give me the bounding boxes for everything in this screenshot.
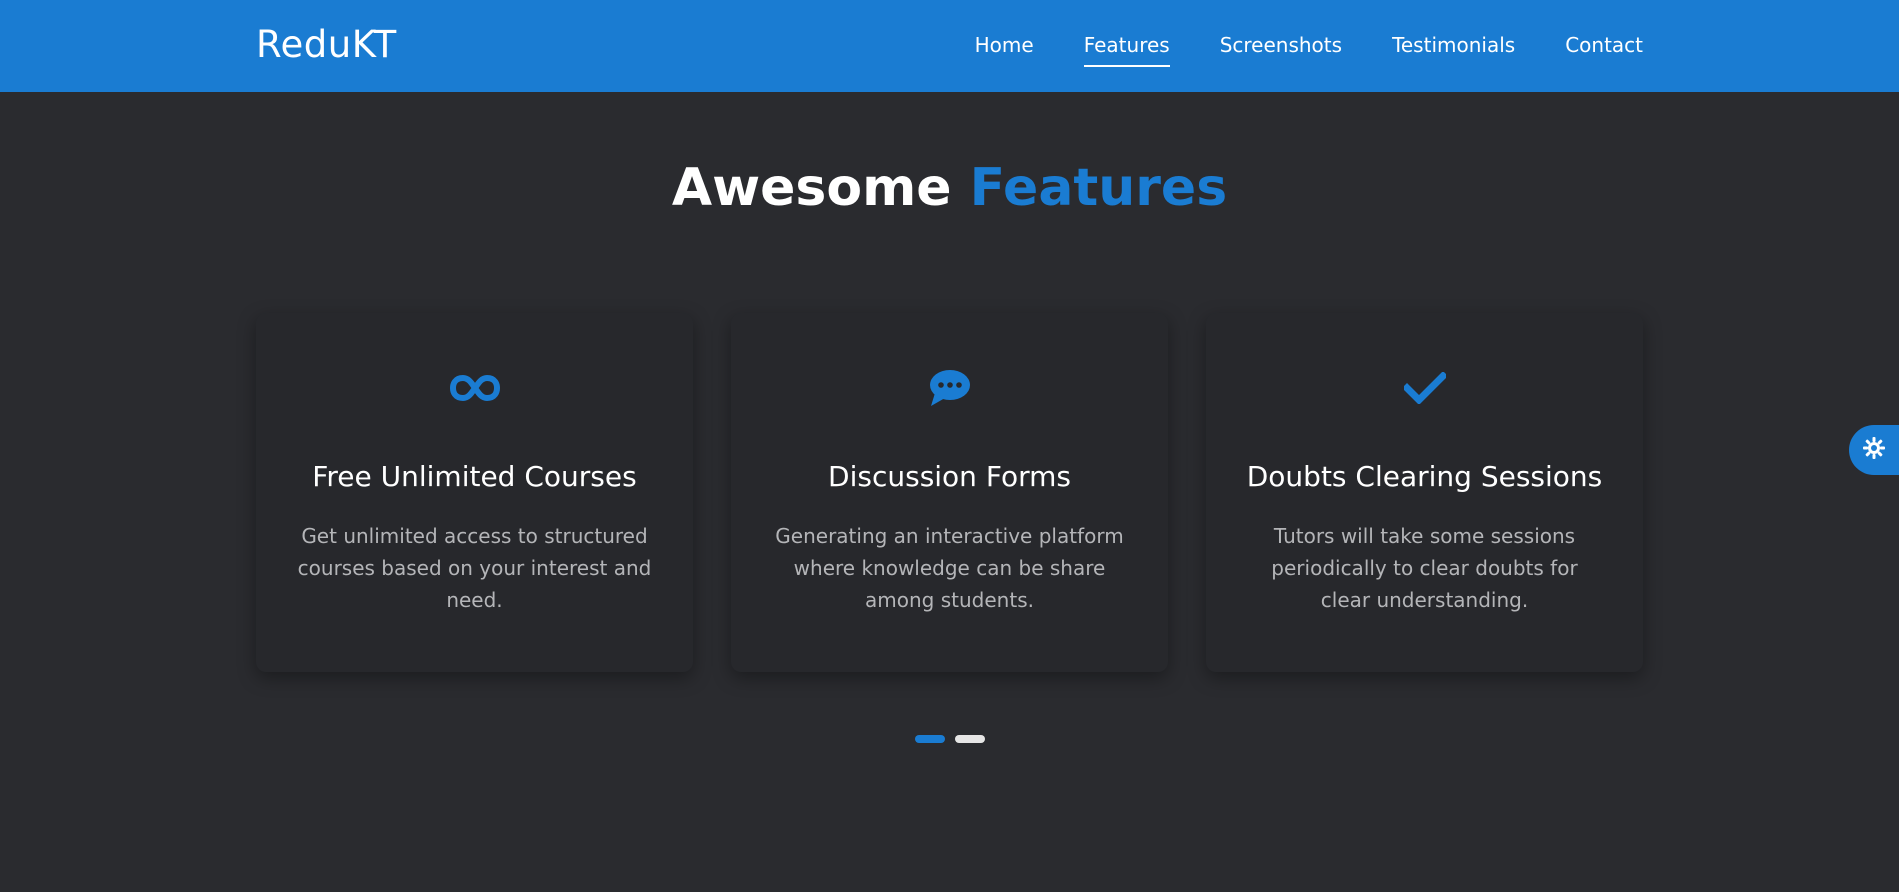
checkmark-icon	[1206, 363, 1643, 413]
feature-card-discussion: Discussion Forms Generating an interacti…	[731, 313, 1168, 672]
nav-link-home[interactable]: Home	[975, 31, 1034, 61]
carousel-pagination	[915, 735, 985, 743]
sun-gear-icon	[1862, 436, 1886, 464]
feature-card-courses: Free Unlimited Courses Get unlimited acc…	[256, 313, 693, 672]
card-title: Doubts Clearing Sessions	[1246, 460, 1603, 493]
carousel-dot-1[interactable]	[915, 735, 945, 743]
infinity-icon	[256, 363, 693, 413]
card-description: Generating an interactive platform where…	[775, 524, 1124, 612]
feature-card-doubts: Doubts Clearing Sessions Tutors will tak…	[1206, 313, 1643, 672]
nav-link-testimonials[interactable]: Testimonials	[1392, 31, 1515, 61]
navbar: ReduKT Home Features Screenshots Testimo…	[0, 0, 1899, 92]
nav-link-features[interactable]: Features	[1083, 31, 1170, 67]
nav-link-screenshots[interactable]: Screenshots	[1220, 31, 1342, 61]
nav-menu: Home Features Screenshots Testimonials C…	[975, 0, 1643, 92]
section-title-part2: Features	[969, 158, 1228, 218]
brand-logo[interactable]: ReduKT	[256, 22, 397, 68]
carousel-dot-2[interactable]	[955, 735, 985, 743]
theme-toggle-button[interactable]	[1849, 425, 1899, 475]
section-title: Awesome Features	[0, 156, 1899, 220]
section-title-part1: Awesome	[671, 158, 952, 218]
card-description: Get unlimited access to structured cours…	[297, 524, 652, 612]
card-title: Free Unlimited Courses	[312, 460, 637, 493]
nav-link-contact[interactable]: Contact	[1565, 31, 1643, 61]
chat-bubble-icon	[731, 363, 1168, 413]
card-title: Discussion Forms	[828, 460, 1071, 493]
card-description: Tutors will take some sessions periodica…	[1271, 524, 1578, 612]
